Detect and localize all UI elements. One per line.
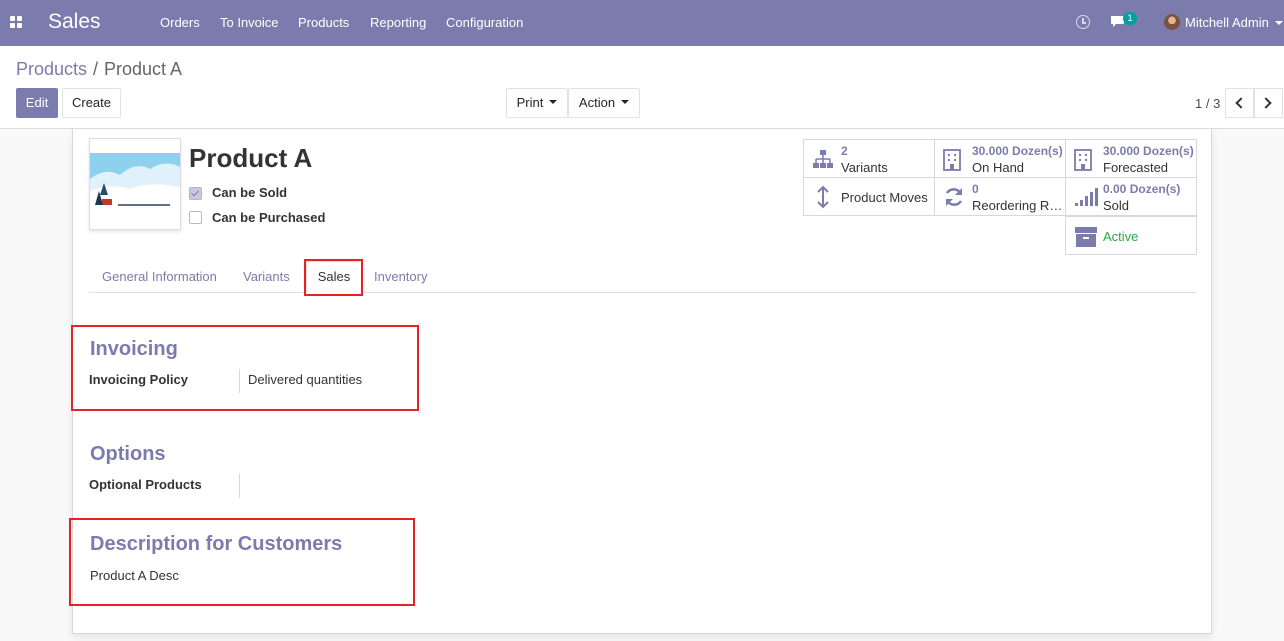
breadcrumb-current: Product A	[104, 59, 183, 79]
activity-clock-icon[interactable]	[1076, 15, 1090, 29]
can-be-sold-label: Can be Sold	[212, 185, 288, 200]
chevron-right-icon	[1260, 97, 1272, 109]
form-sheet: Product A Can be Sold Can be Purchased 2…	[69, 129, 1212, 634]
variants-label: Variants	[841, 160, 888, 175]
reordering-label: Reordering R…	[972, 198, 1063, 213]
apps-grid-icon[interactable]	[10, 16, 23, 29]
control-panel: Products / Product A Edit Create Print A…	[0, 46, 1284, 129]
can-be-purchased-checkbox[interactable]	[189, 211, 202, 224]
sold-label: Sold	[1103, 198, 1130, 213]
pager-previous-button[interactable]	[1225, 88, 1254, 118]
chevron-left-icon	[1235, 97, 1247, 109]
can-be-sold-checkbox[interactable]	[189, 187, 202, 200]
sitemap-icon	[813, 150, 833, 168]
tab-general-information[interactable]: General Information	[102, 269, 217, 284]
forecasted-unit: Dozen(s)	[1143, 144, 1194, 158]
app-title[interactable]: Sales	[48, 10, 101, 34]
pager-value[interactable]: 1 / 3	[1195, 96, 1220, 111]
tabs-divider	[89, 292, 1196, 293]
field-separator	[239, 369, 240, 393]
active-toggle-button[interactable]: Active	[1065, 216, 1197, 255]
menu-products[interactable]: Products	[298, 15, 349, 30]
active-label: Active	[1103, 229, 1139, 244]
sold-qty: 0.00	[1103, 182, 1127, 196]
building-icon	[1074, 149, 1092, 171]
variants-count: 2	[841, 144, 848, 158]
on-hand-qty: 30.000	[972, 144, 1009, 158]
product-moves-smart-button[interactable]: Product Moves	[803, 177, 935, 216]
optional-products-label: Optional Products	[89, 477, 202, 492]
on-hand-smart-button[interactable]: 30.000 Dozen(s) On Hand	[934, 139, 1066, 178]
breadcrumb-products[interactable]: Products	[16, 59, 87, 80]
reordering-count: 0	[972, 182, 979, 196]
user-avatar[interactable]	[1164, 14, 1180, 30]
invoicing-section-title: Invoicing	[90, 338, 178, 360]
menu-configuration[interactable]: Configuration	[446, 15, 523, 30]
field-separator	[239, 474, 240, 498]
description-section-title: Description for Customers	[90, 533, 343, 555]
caret-down-icon	[621, 99, 630, 104]
on-hand-unit: Dozen(s)	[1012, 144, 1063, 158]
on-hand-label: On Hand	[972, 160, 1025, 175]
highlight-box-description	[69, 518, 415, 606]
forecasted-value: 30.000 Dozen(s)	[1103, 144, 1194, 158]
description-value[interactable]: Product A Desc	[90, 568, 179, 583]
forecasted-qty: 30.000	[1103, 144, 1140, 158]
options-section-title: Options	[90, 443, 166, 465]
invoicing-policy-label: Invoicing Policy	[89, 372, 188, 387]
product-name[interactable]: Product A	[189, 143, 312, 174]
reordering-smart-button[interactable]: 0 Reordering R…	[934, 177, 1066, 216]
signal-bars-icon	[1075, 188, 1098, 206]
vertical-arrows-icon	[817, 185, 829, 209]
pager-next-button[interactable]	[1254, 88, 1283, 118]
can-be-purchased-label: Can be Purchased	[212, 210, 326, 225]
breadcrumb-separator: /	[93, 59, 99, 79]
refresh-icon	[945, 188, 963, 206]
invoicing-policy-value[interactable]: Delivered quantities	[248, 372, 362, 387]
sold-value: 0.00 Dozen(s)	[1103, 182, 1180, 196]
variants-smart-button[interactable]: 2 Variants	[803, 139, 935, 178]
forecasted-smart-button[interactable]: 30.000 Dozen(s) Forecasted	[1065, 139, 1197, 178]
menu-orders[interactable]: Orders	[160, 15, 200, 30]
action-label: Action	[578, 95, 616, 110]
print-button[interactable]: Print	[506, 88, 568, 118]
action-button[interactable]: Action	[568, 88, 640, 118]
edit-button[interactable]: Edit	[16, 88, 58, 118]
top-navbar: Sales Orders To Invoice Products Reporti…	[0, 0, 1284, 46]
tab-variants[interactable]: Variants	[243, 269, 290, 284]
highlight-box-sales-tab	[304, 259, 363, 296]
forecasted-label: Forecasted	[1103, 160, 1169, 175]
user-menu-caret-icon[interactable]	[1275, 21, 1283, 25]
chat-badge: 1	[1123, 12, 1137, 25]
create-button[interactable]: Create	[62, 88, 121, 118]
print-label: Print	[516, 95, 544, 110]
menu-reporting[interactable]: Reporting	[370, 15, 426, 30]
building-icon	[943, 149, 961, 171]
optional-products-value[interactable]	[248, 477, 448, 493]
winter-landscape-image	[90, 139, 180, 229]
sold-unit: Dozen(s)	[1129, 182, 1181, 196]
tab-inventory[interactable]: Inventory	[374, 269, 427, 284]
product-image[interactable]	[89, 138, 181, 230]
menu-to-invoice[interactable]: To Invoice	[220, 15, 279, 30]
sold-smart-button[interactable]: 0.00 Dozen(s) Sold	[1065, 177, 1197, 216]
product-moves-label: Product Moves	[841, 190, 928, 205]
caret-down-icon	[549, 99, 558, 104]
archive-icon	[1075, 227, 1097, 247]
user-name[interactable]: Mitchell Admin	[1185, 15, 1269, 30]
on-hand-value: 30.000 Dozen(s)	[972, 144, 1063, 158]
